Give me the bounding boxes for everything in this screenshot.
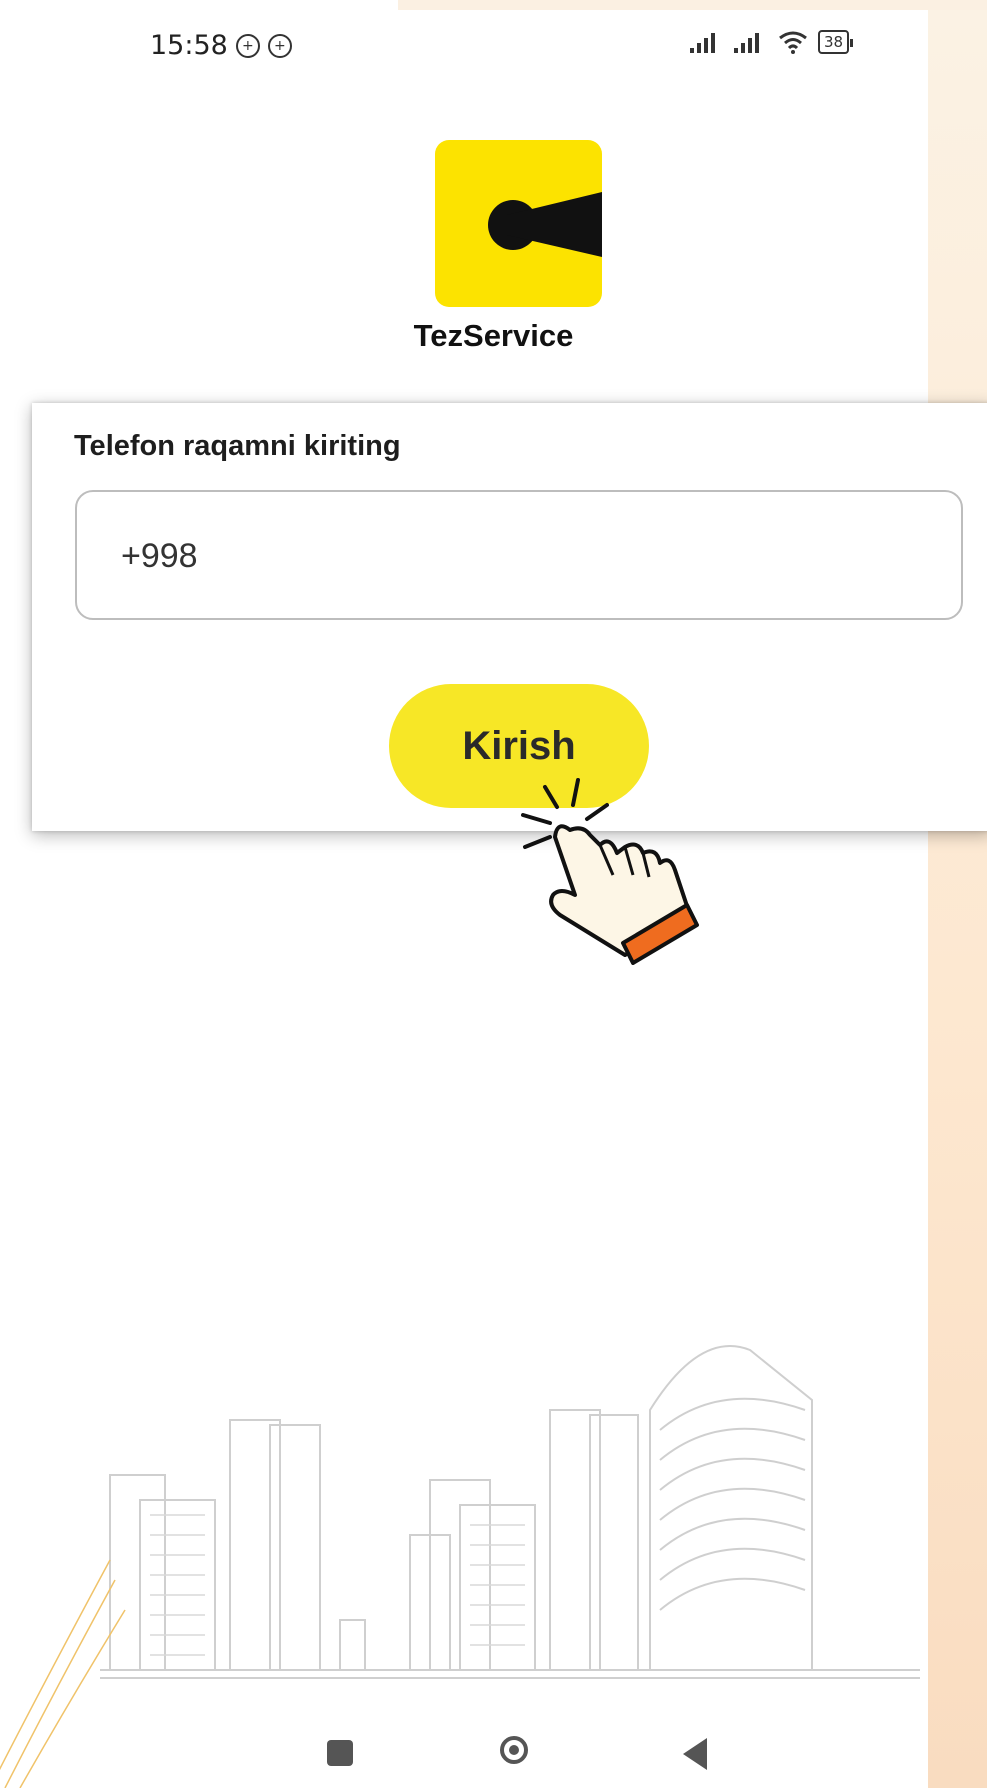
decorative-background-strip [928,0,987,1788]
phone-field[interactable] [75,490,963,620]
phone-input[interactable] [119,530,903,582]
decorative-background-top [398,0,987,10]
location-icon: + [235,33,260,58]
home-button[interactable] [500,1736,528,1764]
wifi-icon [779,31,807,54]
status-bar-right: 38 [690,30,854,54]
app-name: TezService [413,318,574,353]
recents-button[interactable] [327,1740,353,1766]
logo-mark-icon [488,192,602,257]
tap-hand-icon [521,778,699,965]
login-screen: 15:58 + + 38 TezService Telefon raqamni … [0,0,987,1788]
phone-field-label: Telefon raqamni kiriting [74,430,401,462]
signal-icon [734,33,759,53]
system-nav-bar [0,1736,987,1788]
status-bar-left: 15:58 + + [150,30,292,61]
location-icon: + [267,33,292,58]
status-time: 15:58 [150,30,228,61]
battery-icon: 38 [818,30,854,54]
back-button[interactable] [683,1738,707,1770]
city-skyline-illustration [100,1345,920,1679]
signal-icon [690,33,715,53]
app-logo [435,140,602,307]
